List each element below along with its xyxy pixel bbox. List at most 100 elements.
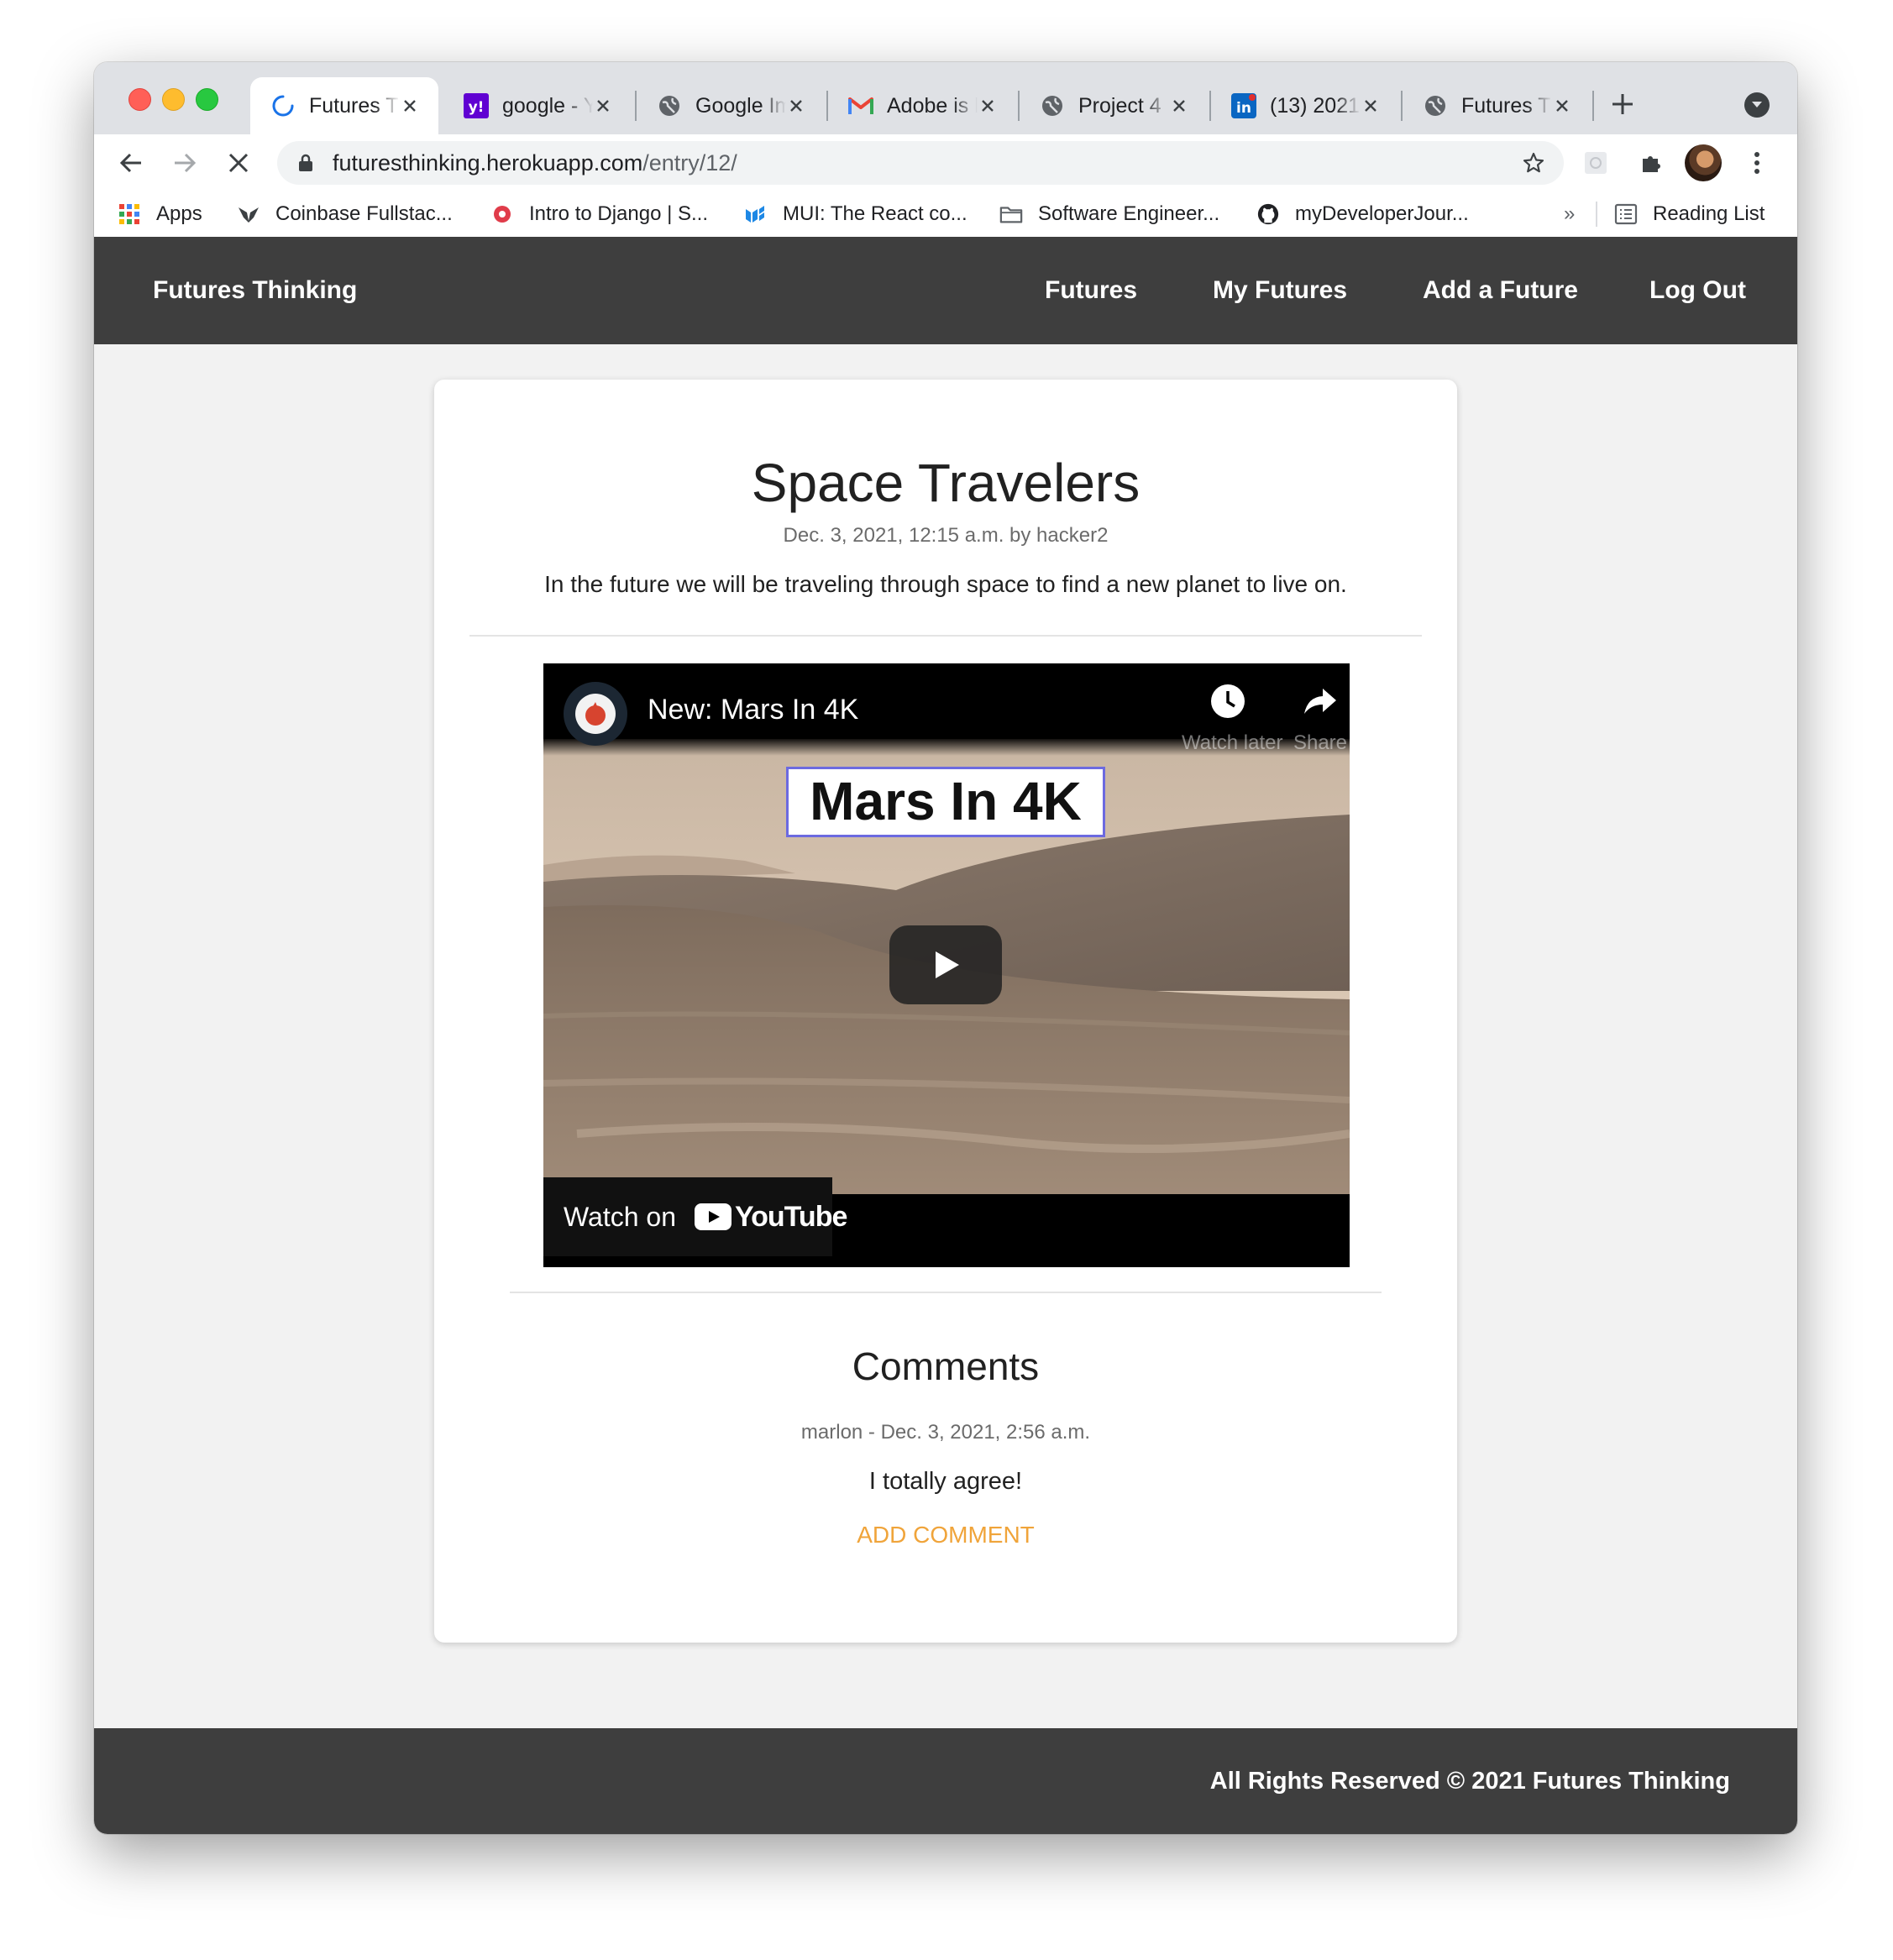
youtube-wordmark: YouTube [734, 1200, 847, 1233]
bookmark-star-icon[interactable] [1522, 151, 1545, 175]
close-tab-icon[interactable] [1361, 96, 1381, 116]
add-comment-link[interactable]: ADD COMMENT [434, 1522, 1457, 1549]
close-tab-icon[interactable] [593, 96, 613, 116]
close-tab-icon[interactable] [786, 96, 806, 116]
bookmark-apps[interactable]: Apps [118, 191, 202, 237]
close-tab-icon[interactable] [1169, 96, 1189, 116]
profile-avatar[interactable] [1685, 144, 1722, 181]
entry-title: Space Travelers [751, 453, 1141, 513]
tab-title: Google Images [695, 93, 786, 118]
watch-later-label: Watch later [1182, 731, 1283, 754]
tab-linkedin[interactable]: in (13) 2021 [1211, 77, 1399, 134]
tab-strip: Futures Thinking y! google - Yahoo Searc… [94, 62, 1797, 134]
url-path: /entry/12/ [642, 150, 737, 176]
bookmark-django[interactable]: Intro to Django | S... [490, 191, 708, 237]
browser-toolbar: futuresthinking.herokuapp.com/entry/12/ [94, 134, 1797, 191]
tab-gmail[interactable]: Adobe is hiring [828, 77, 1016, 134]
close-tab-icon[interactable] [400, 96, 420, 116]
bookmark-label: Apps [156, 202, 202, 225]
close-tab-icon[interactable] [1552, 96, 1572, 116]
nav-link-add-a-future[interactable]: Add a Future [1423, 237, 1578, 344]
kebab-menu-icon[interactable] [1744, 149, 1770, 176]
url-domain: futuresthinking.herokuapp.com [333, 150, 643, 176]
watch-on-youtube-button[interactable]: Watch on YouTube [543, 1177, 847, 1256]
django-icon [490, 202, 514, 226]
site-footer: All Rights Reserved © 2021 Futures Think… [94, 1728, 1797, 1834]
yahoo-icon: y! [464, 93, 489, 118]
youtube-embed[interactable]: New: Mars In 4K Watch later Share Mars I… [543, 663, 1350, 1267]
maximize-window-button[interactable] [196, 88, 218, 111]
play-button[interactable] [889, 925, 1002, 1004]
divider [469, 635, 1422, 637]
tab-project-4[interactable]: Project 4 [1020, 77, 1208, 134]
nav-link-futures[interactable]: Futures [1045, 237, 1137, 344]
tab-title: Adobe is hiring [887, 93, 978, 118]
puzzle-extensions-icon[interactable] [1638, 149, 1665, 176]
share-arrow-icon [1304, 689, 1336, 714]
site-brand-link[interactable]: Futures Thinking [153, 237, 357, 344]
tab-futures-thinking-active[interactable]: Futures Thinking [250, 77, 438, 134]
comment-text: I totally agree! [868, 1468, 1023, 1495]
svg-text:in: in [1236, 100, 1251, 117]
youtube-logo: YouTube [694, 1200, 847, 1234]
watch-later-button[interactable]: Watch later [1182, 682, 1283, 755]
plus-icon [1612, 94, 1633, 114]
tab-google-images[interactable]: Google Images [637, 77, 825, 134]
entry-card: Space Travelers Dec. 3, 2021, 12:15 a.m.… [434, 380, 1457, 1643]
entry-meta: Dec. 3, 2021, 12:15 a.m. by hacker2 [783, 524, 1109, 547]
bookmark-label: Coinbase Fullstac... [275, 202, 453, 225]
lock-icon [299, 154, 312, 171]
tab-search-button[interactable] [1744, 92, 1770, 118]
share-label: Share [1293, 731, 1348, 754]
nav-link-my-futures[interactable]: My Futures [1213, 237, 1347, 344]
extension-icon[interactable] [1582, 149, 1609, 176]
globe-icon [657, 93, 682, 118]
bookmarks-bar: Apps Coinbase Fullstac... Intro to Djang… [94, 191, 1797, 238]
comments-heading: Comments [852, 1344, 1040, 1388]
comment-meta: marlon - Dec. 3, 2021, 2:56 a.m. [800, 1421, 1091, 1444]
close-icon [228, 153, 249, 173]
tab-futures-thinking[interactable]: Futures Thinking [1403, 77, 1591, 134]
browser-window: Futures Thinking y! google - Yahoo Searc… [94, 62, 1797, 1834]
bookmark-label: MUI: The React co... [783, 202, 967, 225]
tab-title: google - Yahoo Search [502, 93, 593, 118]
more-bookmarks-chevron[interactable]: » [1564, 191, 1575, 237]
bookmark-github[interactable]: myDeveloperJour... [1256, 191, 1469, 237]
footer-copyright: All Rights Reserved © 2021 Futures Think… [1209, 1768, 1730, 1795]
bookmark-coinbase[interactable]: Coinbase Fullstac... [237, 191, 453, 237]
gmail-icon [848, 93, 873, 118]
chevron-down-icon [1752, 102, 1762, 107]
minimize-window-button[interactable] [162, 88, 185, 111]
linkedin-icon: in [1231, 93, 1256, 118]
video-title[interactable]: New: Mars In 4K [648, 694, 858, 726]
coinbase-fox-icon [237, 202, 260, 226]
tab-yahoo[interactable]: y! google - Yahoo Search [443, 77, 632, 134]
stop-loading-button[interactable] [222, 146, 255, 180]
globe-icon [1423, 93, 1448, 118]
github-icon [1256, 202, 1280, 226]
new-tab-button[interactable] [1607, 89, 1638, 119]
bookmark-mui[interactable]: MUI: The React co... [744, 191, 967, 237]
channel-avatar[interactable] [564, 682, 627, 746]
reading-list-icon [1614, 202, 1638, 226]
close-tab-icon[interactable] [978, 96, 998, 116]
close-window-button[interactable] [128, 88, 151, 111]
back-button[interactable] [114, 146, 148, 180]
address-bar[interactable]: futuresthinking.herokuapp.com/entry/12/ [277, 141, 1564, 185]
mui-icon [744, 202, 768, 226]
clock-icon [1211, 684, 1245, 718]
reading-list-label: Reading List [1653, 202, 1765, 225]
share-button[interactable]: Share [1274, 682, 1350, 755]
nav-link-log-out[interactable]: Log Out [1649, 237, 1746, 344]
bookmark-label: myDeveloperJour... [1295, 202, 1469, 225]
globe-icon [1040, 93, 1065, 118]
tab-title: Futures Thinking [1461, 93, 1552, 118]
bookmark-software-engineer-folder[interactable]: Software Engineer... [999, 191, 1219, 237]
forward-button[interactable] [168, 146, 202, 180]
reading-list-button[interactable]: Reading List [1614, 191, 1765, 237]
svg-text:y!: y! [469, 99, 485, 116]
watch-on-label: Watch on [564, 1201, 676, 1232]
forward-arrow-icon [175, 153, 197, 173]
back-arrow-icon [119, 153, 141, 173]
bookmark-label: Intro to Django | S... [529, 202, 709, 225]
